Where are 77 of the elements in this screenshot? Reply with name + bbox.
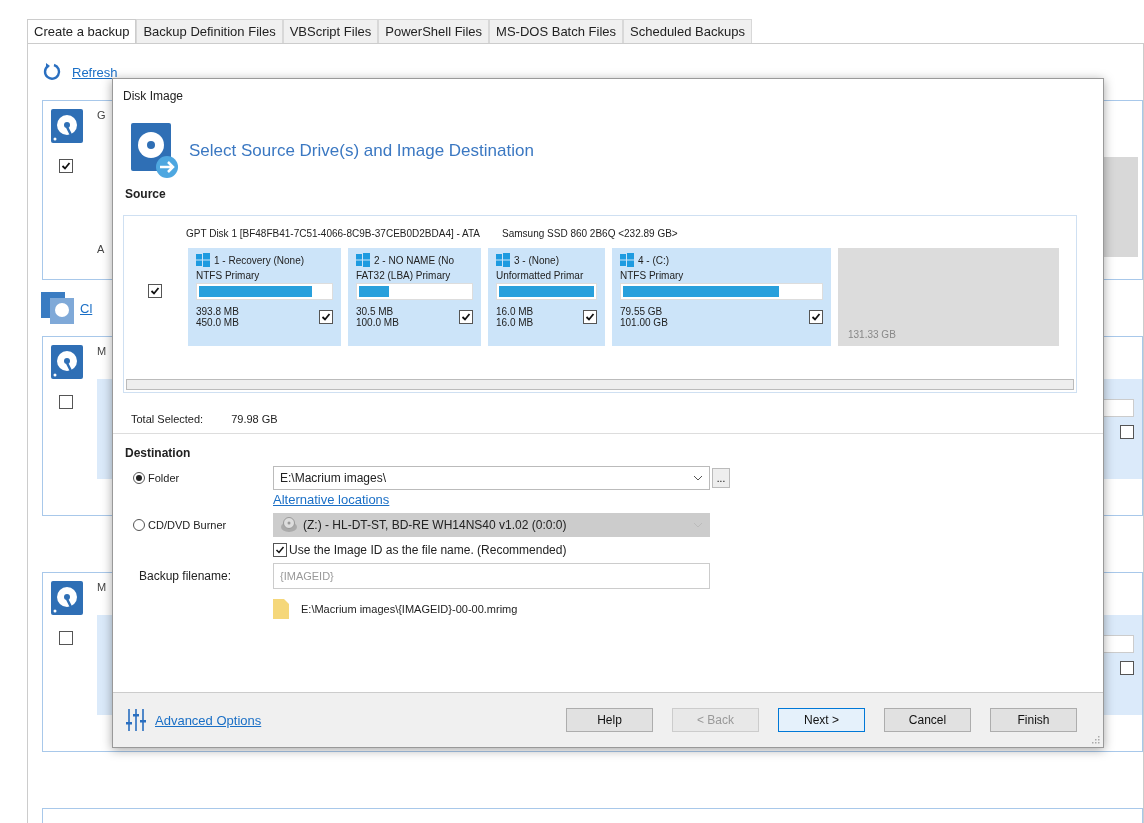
partition-label: 1 - Recovery (None) [214,254,305,266]
folder-radio[interactable]: Folder [133,466,273,490]
dialog-heading: Select Source Drive(s) and Image Destination [189,141,534,161]
used-size: 79.55 GB [620,306,664,317]
total-size: 100.0 MB [356,317,399,328]
checkbox[interactable] [583,310,597,324]
image-path: E:\Macrium images\{IMAGEID}-00-00.mrimg [301,603,518,615]
tab[interactable]: VBScript Files [282,19,379,43]
unallocated-size: 131.33 GB [848,329,896,340]
windows-icon [196,253,210,267]
disk-model: Samsung SSD 860 2B6Q <232.89 GB> [502,228,678,239]
tab[interactable]: Create a backup [27,19,137,43]
windows-icon [496,253,510,267]
partition-type: NTFS Primary [620,270,685,281]
refresh-link[interactable]: Refresh [72,64,118,80]
advanced-options-link[interactable]: Advanced Options [155,712,262,728]
checkbox[interactable] [59,159,73,173]
disk-header: M [97,345,108,357]
windows-icon [356,253,370,267]
filename-label: Backup filename: [138,569,233,583]
tab[interactable]: MS-DOS Batch Files [489,19,624,43]
partition-type: FAT32 (LBA) Primary [356,270,452,281]
disk-header: M [97,581,108,593]
total-size: 16.0 MB [496,317,534,328]
filename-field[interactable]: {IMAGEID} [273,563,710,589]
partition-tile[interactable]: 4 - (C:) NTFS Primary 79.55 GB 101.00 GB [612,248,831,346]
dialog-title: Disk Image [122,88,185,103]
partition-type: NTFS Primary [196,270,261,281]
disk-clone-icon[interactable] [40,291,76,325]
resize-grip-icon[interactable] [1090,734,1100,744]
section-label: Source [124,186,167,203]
checkbox[interactable] [1120,425,1134,439]
checkbox[interactable] [459,310,473,324]
disk-footer: A [97,237,105,263]
section-label: Destination [124,445,192,462]
used-size: 30.5 MB [356,306,395,317]
tab[interactable]: Scheduled Backups [623,19,752,43]
dialog-button[interactable]: Cancel [884,708,971,732]
checkbox[interactable] [809,310,823,324]
checkbox[interactable] [148,283,162,298]
refresh-icon[interactable] [42,62,62,82]
total-size: 450.0 MB [196,317,239,328]
file-icon [273,599,289,619]
sliders-icon[interactable] [125,708,147,732]
checkbox[interactable] [1120,661,1134,675]
used-size: 393.8 MB [196,306,239,317]
total-size: 101.00 GB [620,317,668,328]
partition-type: Unformatted Primar [496,270,585,281]
partition-tile[interactable]: 1 - Recovery (None) NTFS Primary 393.8 MB 450.0 MB [188,248,341,346]
chevron-down-icon[interactable] [693,475,703,481]
disk-header: G [97,109,107,121]
checkbox[interactable] [273,543,287,557]
used-size: 16.0 MB [496,306,534,317]
checkbox[interactable] [59,631,73,645]
disc-drive-icon [280,517,298,533]
partition-label: 3 - (None) [514,254,559,266]
disk-name: GPT Disk 1 [BF48FB41-7C51-4066-8C9B-37CEB0D2BDA4] - ATA [186,228,480,239]
checkbox-label[interactable]: Use the Image ID as the file name. (Recommended) [289,543,567,557]
partition-label: 4 - (C:) [638,254,670,266]
clone-link[interactable]: Cl [80,300,93,316]
partition-tile[interactable]: 3 - (None) Unformatted Primar 16.0 MB 16.0 MB [488,248,605,346]
windows-icon [620,253,634,267]
dialog-button[interactable]: Finish [990,708,1077,732]
disk-image-icon [131,123,179,179]
folder-combo[interactable]: E:\Macrium images\ [273,466,710,490]
total-value: 79.98 GB [231,413,278,425]
total-label: Total Selected: [131,413,204,425]
alternative-locations-link[interactable]: Alternative locations [273,492,1103,507]
checkbox[interactable] [59,395,73,409]
dialog-button[interactable]: Help [566,708,653,732]
browse-button[interactable]: ... [712,468,730,488]
checkbox[interactable] [319,310,333,324]
tab[interactable]: PowerShell Files [378,19,490,43]
partition-label: 2 - NO NAME (No [374,254,454,266]
partition-tile[interactable]: 2 - NO NAME (No FAT32 (LBA) Primary 30.5 MB 100.0 MB [348,248,481,346]
tab[interactable]: Backup Definition Files [136,19,283,43]
dialog-button[interactable]: Next > [778,708,865,732]
